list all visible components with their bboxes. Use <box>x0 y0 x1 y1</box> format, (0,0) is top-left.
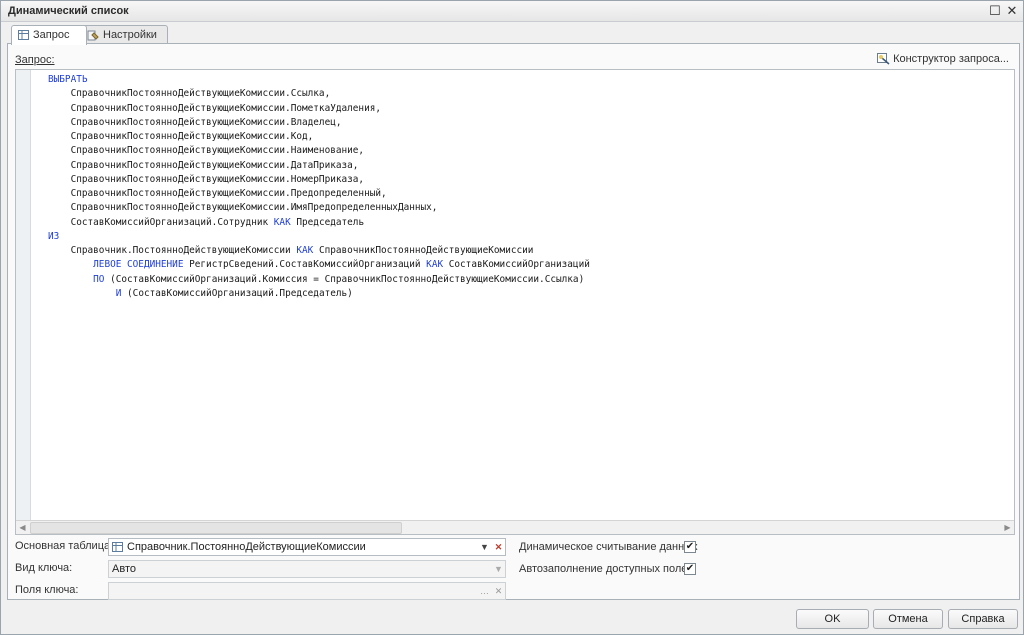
close-icon[interactable]: ✕ <box>1004 3 1020 18</box>
query-text[interactable]: ВЫБРАТЬ СправочникПостоянноДействующиеКо… <box>48 73 590 301</box>
key-fields-field[interactable]: … ✕ <box>108 582 506 600</box>
main-table-value: Справочник.ПостоянноДействующиеКомиссии <box>127 541 366 553</box>
main-table-label: Основная таблица: <box>15 540 114 552</box>
query-line: СправочникПостоянноДействующиеКомиссии.Н… <box>48 173 365 185</box>
key-type-value: Авто <box>112 563 136 575</box>
query-line: СоставКомиссийОрганизаций.Сотрудник КАК … <box>48 216 365 228</box>
tab-query[interactable]: Запрос <box>11 25 87 45</box>
scroll-left-icon[interactable]: ◀ <box>16 521 29 534</box>
query-constructor-button[interactable]: Конструктор запроса... <box>877 53 1009 65</box>
query-line: ПО (СоставКомиссийОрганизаций.Комиссия =… <box>93 273 585 285</box>
autofill-checkbox[interactable]: ✔ <box>684 563 696 575</box>
help-button[interactable]: Справка <box>948 609 1018 629</box>
scroll-right-icon[interactable]: ▶ <box>1001 521 1014 534</box>
editor-gutter <box>16 70 31 520</box>
query-line: СправочникПостоянноДействующиеКомиссии.С… <box>48 88 331 100</box>
tab-settings[interactable]: Настройки <box>80 25 168 44</box>
dropdown-icon[interactable]: ▼ <box>492 561 505 577</box>
maximize-icon[interactable]: ☐ <box>987 3 1003 18</box>
scroll-thumb[interactable] <box>30 522 402 534</box>
select-icon[interactable]: … <box>478 583 491 599</box>
key-type-label: Вид ключа: <box>15 562 73 574</box>
title-bar: Динамический список ☐ ✕ <box>1 1 1023 22</box>
ok-button[interactable]: OK <box>796 609 869 629</box>
cancel-button[interactable]: Отмена <box>873 609 943 629</box>
clear-icon[interactable]: ✕ <box>492 539 505 555</box>
dynamic-read-checkbox[interactable]: ✔ <box>684 541 696 553</box>
dynamic-read-label: Динамическое считывание данных <box>519 541 698 553</box>
key-fields-label: Поля ключа: <box>15 584 79 596</box>
query-panel: Запрос: Конструктор запроса... ВЫБРАТЬ С… <box>7 43 1020 600</box>
table-icon <box>18 30 29 41</box>
dropdown-icon[interactable]: ▼ <box>478 539 491 555</box>
query-label: Запрос: <box>15 54 55 66</box>
query-line: СправочникПостоянноДействующиеКомиссии.Д… <box>48 159 359 171</box>
key-type-field[interactable]: Авто ▼ <box>108 560 506 578</box>
tab-settings-label: Настройки <box>103 29 157 41</box>
query-line: СправочникПостоянноДействующиеКомиссии.К… <box>48 131 314 142</box>
query-editor[interactable]: ВЫБРАТЬ СправочникПостоянноДействующиеКо… <box>15 69 1015 535</box>
window-title: Динамический список <box>8 5 129 17</box>
query-line: ВЫБРАТЬ <box>48 74 88 85</box>
clear-icon[interactable]: ✕ <box>492 583 505 599</box>
settings-icon <box>87 30 99 41</box>
horizontal-scrollbar[interactable]: ◀ ▶ <box>16 520 1014 534</box>
table-icon <box>112 542 123 552</box>
constructor-label: Конструктор запроса... <box>893 53 1009 65</box>
constructor-icon <box>877 53 890 65</box>
query-line: ЛЕВОЕ СОЕДИНЕНИЕ РегистрСведений.СоставК… <box>93 259 590 271</box>
main-table-field[interactable]: Справочник.ПостоянноДействующиеКомиссии … <box>108 538 506 556</box>
query-line: Справочник.ПостоянноДействующиеКомиссии … <box>48 245 534 256</box>
query-line: И (СоставКомиссийОрганизаций.Председател… <box>115 287 353 299</box>
query-line: СправочникПостоянноДействующиеКомиссии.П… <box>48 188 387 199</box>
query-line: ИЗ <box>48 230 60 242</box>
query-line: СправочникПостоянноДействующиеКомиссии.В… <box>48 116 342 128</box>
query-line: СправочникПостоянноДействующиеКомиссии.Н… <box>48 145 365 157</box>
query-line: СправочникПостоянноДействующиеКомиссии.П… <box>48 102 382 114</box>
dynamic-list-window: Динамический список ☐ ✕ Запрос Настройки… <box>0 0 1024 635</box>
autofill-label: Автозаполнение доступных полей <box>519 563 694 575</box>
query-line: СправочникПостоянноДействующиеКомиссии.И… <box>48 202 438 214</box>
tab-query-label: Запрос <box>33 29 70 41</box>
